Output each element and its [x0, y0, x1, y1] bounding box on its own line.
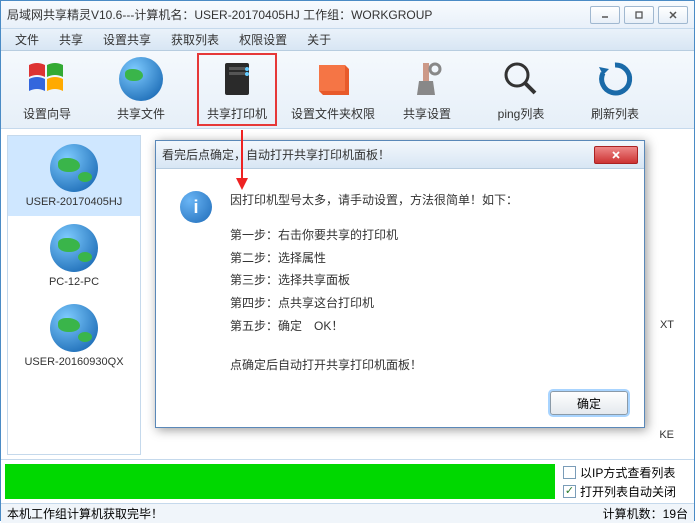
- computer-item[interactable]: PC-12-PC: [8, 216, 140, 296]
- dialog-button-row: 确定: [550, 391, 628, 415]
- globe-icon: [119, 57, 163, 101]
- menu-file[interactable]: 文件: [5, 29, 49, 50]
- tool-share-printer[interactable]: 共享打印机: [197, 53, 277, 126]
- checkbox-auto-close[interactable]: 打开列表自动关闭: [563, 483, 690, 500]
- menu-about[interactable]: 关于: [297, 29, 341, 50]
- title-bar: 局域网共享精灵V10.6---计算机名：USER-20170405HJ 工作组：…: [1, 1, 694, 29]
- dialog-title-bar: 看完后点确定，自动打开共享打印机面板！: [156, 141, 644, 169]
- computer-list-panel[interactable]: USER-20170405HJ PC-12-PC USER-20160930QX: [7, 135, 141, 455]
- checkbox-icon: [563, 485, 576, 498]
- tool-label: 共享文件: [117, 105, 165, 122]
- computer-globe-icon: [50, 144, 98, 192]
- status-message: 本机工作组计算机获取完毕！: [7, 505, 603, 522]
- tool-setup-wizard[interactable]: 设置向导: [9, 57, 85, 122]
- step-3: 第三步：选择共享面板: [230, 269, 518, 292]
- checkbox-label: 以IP方式查看列表: [580, 464, 675, 481]
- tool-label: 共享设置: [403, 105, 451, 122]
- info-dialog: 看完后点确定，自动打开共享打印机面板！ i 因打印机型号太多，请手动设置，方法很…: [155, 140, 645, 428]
- computer-globe-icon: [50, 304, 98, 352]
- tool-share-files[interactable]: 共享文件: [103, 57, 179, 122]
- bottom-bar: 以IP方式查看列表 打开列表自动关闭: [1, 459, 694, 503]
- info-icon: i: [180, 191, 212, 223]
- tool-label: 刷新列表: [591, 105, 639, 122]
- tool-ping-list[interactable]: ping列表: [483, 57, 559, 122]
- computer-globe-icon: [50, 224, 98, 272]
- step-2: 第二步：选择属性: [230, 247, 518, 270]
- status-count: 计算机数：19台: [603, 505, 688, 522]
- tool-label: 设置文件夹权限: [291, 105, 375, 122]
- tool-label: 共享打印机: [207, 105, 267, 122]
- maximize-button[interactable]: [624, 6, 654, 24]
- menu-bar: 文件 共享 设置共享 获取列表 权限设置 关于: [1, 29, 694, 51]
- checkbox-label: 打开列表自动关闭: [580, 483, 676, 500]
- close-button[interactable]: [658, 6, 688, 24]
- dialog-body: i 因打印机型号太多，请手动设置，方法很简单！如下： 第一步：右击你要共享的打印…: [156, 169, 644, 387]
- title-buttons: [590, 6, 688, 24]
- menu-permission[interactable]: 权限设置: [229, 29, 297, 50]
- refresh-icon: [593, 57, 637, 101]
- computer-name: PC-12-PC: [49, 276, 99, 288]
- step-5: 第五步：确定 OK！: [230, 315, 518, 338]
- menu-share[interactable]: 共享: [49, 29, 93, 50]
- tool-share-settings[interactable]: 共享设置: [389, 57, 465, 122]
- computer-name: USER-20160930QX: [24, 356, 123, 368]
- computer-name: USER-20170405HJ: [26, 196, 123, 208]
- partial-text: XT: [660, 319, 674, 331]
- dialog-title: 看完后点确定，自动打开共享打印机面板！: [162, 146, 594, 163]
- dialog-steps: 第一步：右击你要共享的打印机 第二步：选择属性 第三步：选择共享面板 第四步：点…: [230, 224, 518, 338]
- menu-getlist[interactable]: 获取列表: [161, 29, 229, 50]
- dialog-text: 因打印机型号太多，请手动设置，方法很简单！如下： 第一步：右击你要共享的打印机 …: [230, 189, 518, 377]
- tool-refresh-list[interactable]: 刷新列表: [577, 57, 653, 122]
- magnifier-icon: [499, 57, 543, 101]
- tools-icon: [405, 57, 449, 101]
- status-bar: 本机工作组计算机获取完毕！ 计算机数：19台: [1, 503, 694, 523]
- checkbox-icon: [563, 466, 576, 479]
- computer-item[interactable]: USER-20170405HJ: [8, 136, 140, 216]
- ok-button[interactable]: 确定: [550, 391, 628, 415]
- toolbar: 设置向导 共享文件 共享打印机 设置文件夹权限 共享设置 ping列表 刷新列表: [1, 51, 694, 129]
- dialog-close-button[interactable]: [594, 146, 638, 164]
- dialog-footer: 点确定后自动打开共享打印机面板！: [230, 354, 518, 377]
- dialog-heading: 因打印机型号太多，请手动设置，方法很简单！如下：: [230, 189, 518, 212]
- step-1: 第一步：右击你要共享的打印机: [230, 224, 518, 247]
- tool-folder-permission[interactable]: 设置文件夹权限: [295, 57, 371, 122]
- minimize-button[interactable]: [590, 6, 620, 24]
- menu-setshare[interactable]: 设置共享: [93, 29, 161, 50]
- options-column: 以IP方式查看列表 打开列表自动关闭: [559, 460, 694, 503]
- partial-text: KE: [659, 429, 674, 441]
- step-4: 第四步：点共享这台打印机: [230, 292, 518, 315]
- book-icon: [311, 57, 355, 101]
- windows-flag-icon: [25, 57, 69, 101]
- tool-label: ping列表: [498, 105, 545, 122]
- checkbox-ip-view[interactable]: 以IP方式查看列表: [563, 464, 690, 481]
- server-icon: [215, 57, 259, 101]
- computer-item[interactable]: USER-20160930QX: [8, 296, 140, 376]
- window-title: 局域网共享精灵V10.6---计算机名：USER-20170405HJ 工作组：…: [7, 6, 590, 23]
- progress-bar: [5, 464, 555, 499]
- tool-label: 设置向导: [23, 105, 71, 122]
